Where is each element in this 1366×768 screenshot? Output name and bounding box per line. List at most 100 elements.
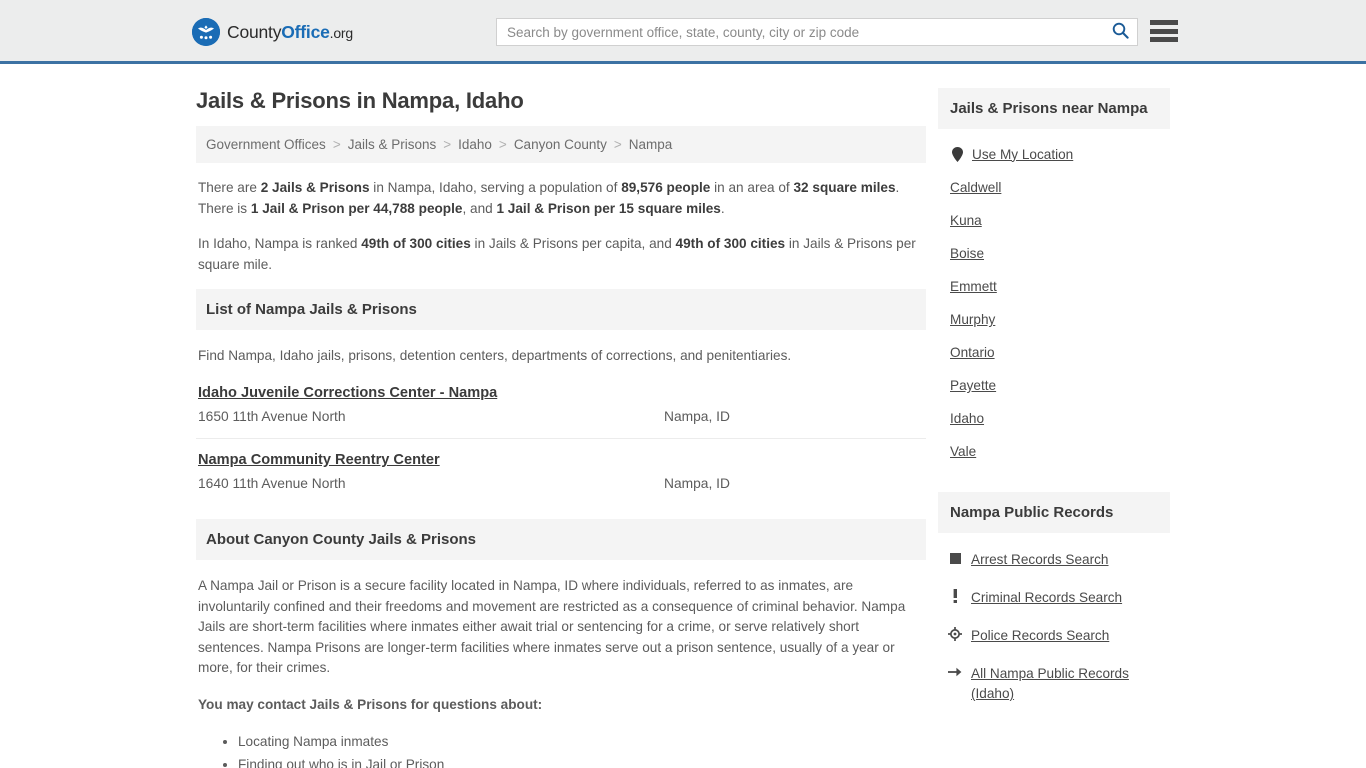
sidebar-record-link[interactable]: Police Records Search	[938, 617, 1170, 655]
intro-paragraph-1: There are 2 Jails & Prisons in Nampa, Id…	[198, 177, 924, 219]
intro-statistics: There are 2 Jails & Prisons in Nampa, Id…	[196, 163, 926, 275]
sidebar-record-label[interactable]: Criminal Records Search	[971, 588, 1122, 608]
sidebar-use-my-location-label[interactable]: Use My Location	[972, 147, 1073, 162]
list-section-heading: List of Nampa Jails & Prisons	[196, 289, 926, 330]
intro-p1-seg-5: 32 square miles	[793, 180, 896, 195]
intro-p1-seg-0: There are	[198, 180, 261, 195]
hamburger-menu-icon	[1150, 20, 1178, 25]
sidebar-nearby-list: Use My Location Caldwell Kuna Boise Emmett Mu…	[938, 129, 1170, 468]
page-title: Jails & Prisons in Nampa, Idaho	[196, 88, 524, 113]
contact-lead: You may contact Jails & Prisons for ques…	[198, 696, 543, 712]
sidebar-city-label[interactable]: Caldwell	[950, 180, 1001, 195]
sidebar-public-records-heading: Nampa Public Records	[938, 492, 1170, 533]
intro-p1-seg-9: 1 Jail & Prison per 15 square miles	[496, 201, 721, 216]
breadcrumb-separator: >	[332, 137, 341, 152]
sidebar-city-label[interactable]: Ontario	[950, 345, 995, 360]
sidebar-city-vale[interactable]: Vale	[938, 435, 1170, 468]
sidebar-record-link[interactable]: Arrest Records Search	[938, 541, 1170, 579]
sidebar-city-label[interactable]: Kuna	[950, 213, 982, 228]
intro-p1-seg-4: in an area of	[710, 180, 794, 195]
intro-paragraph-2: In Idaho, Nampa is ranked 49th of 300 ci…	[198, 233, 924, 275]
about-section-heading: About Canyon County Jails & Prisons	[196, 519, 926, 560]
contact-list-item: Finding out who is in Jail or Prison	[238, 754, 924, 768]
sidebar-nearby-heading: Jails & Prisons near Nampa	[938, 88, 1170, 129]
breadcrumb-separator: >	[443, 137, 452, 152]
hamburger-menu-icon-bar2	[1150, 28, 1178, 34]
breadcrumb-separator: >	[613, 137, 622, 152]
intro-p1-seg-3: 89,576 people	[621, 180, 711, 195]
intro-p1-seg-1: 2 Jails & Prisons	[260, 180, 370, 195]
search-button[interactable]	[1103, 19, 1137, 45]
sidebar-city-label[interactable]: Murphy	[950, 312, 995, 327]
intro-p2-seg-1: 49th of 300 cities	[361, 236, 471, 251]
listings-container: Idaho Juvenile Corrections Center - Namp…	[196, 372, 926, 505]
site-header: CountyOffice.org	[0, 0, 1366, 64]
intro-p1-seg-8: , and	[462, 201, 497, 216]
sidebar-city-murphy[interactable]: Murphy	[938, 303, 1170, 336]
sidebar-city-ontario[interactable]: Ontario	[938, 336, 1170, 369]
sidebar-city-caldwell[interactable]: Caldwell	[938, 171, 1170, 204]
page-body: Jails & Prisons in Nampa, Idaho Governme…	[0, 64, 1366, 768]
sidebar-record-label[interactable]: Arrest Records Search	[971, 550, 1109, 570]
sidebar-public-records-list: Arrest Records Search Criminal Records Se…	[938, 533, 1170, 713]
listing-item: Nampa Community Reentry Center 1640 11th …	[196, 439, 926, 505]
sidebar-city-payette[interactable]: Payette	[938, 369, 1170, 402]
breadcrumb-item-nampa[interactable]: Nampa	[629, 137, 673, 152]
listing-detail-row: 1640 11th Avenue North Nampa, ID	[198, 476, 924, 491]
about-section-body: A Nampa Jail or Prison is a secure facil…	[196, 560, 926, 768]
sidebar-city-kuna[interactable]: Kuna	[938, 204, 1170, 237]
sidebar-record-label[interactable]: Police Records Search	[971, 626, 1109, 646]
intro-p1-seg-7: 1 Jail & Prison per 44,788 people	[250, 201, 463, 216]
sidebar-city-label[interactable]: Payette	[950, 378, 996, 393]
breadcrumb: Government Offices > Jails & Prisons > Idaho…	[196, 126, 926, 163]
search-input[interactable]	[497, 19, 1103, 45]
listing-address: 1650 11th Avenue North	[198, 409, 346, 424]
hamburger-menu-icon-bar3	[1150, 37, 1178, 42]
crosshair-badge-icon	[948, 626, 962, 642]
sidebar-record-link[interactable]: Criminal Records Search	[938, 579, 1170, 617]
listing-detail-row: 1650 11th Avenue North Nampa, ID	[198, 409, 924, 424]
logo-text-county: County	[227, 21, 282, 42]
breadcrumb-item-government-offices[interactable]: Government Offices	[206, 137, 326, 152]
listing-city-state: Nampa, ID	[664, 409, 730, 424]
sidebar-city-label[interactable]: Emmett	[950, 279, 997, 294]
sidebar-city-idaho[interactable]: Idaho	[938, 402, 1170, 435]
arrow-right-icon	[948, 664, 962, 680]
site-logo[interactable]: CountyOffice.org	[192, 18, 353, 46]
sidebar-city-label[interactable]: Idaho	[950, 411, 984, 426]
intro-p2-seg-0: In Idaho, Nampa is ranked	[198, 236, 362, 251]
listing-name-link[interactable]: Nampa Community Reentry Center	[198, 452, 440, 468]
sidebar-public-records-block: Nampa Public Records Arrest Records Sear…	[938, 492, 1170, 713]
listing-address: 1640 11th Avenue North	[198, 476, 346, 491]
sidebar-record-label[interactable]: All Nampa Public Records (Idaho)	[971, 664, 1170, 704]
listing-name-link[interactable]: Idaho Juvenile Corrections Center - Namp…	[198, 385, 497, 401]
contact-list-item: Locating Nampa inmates	[238, 731, 924, 754]
hamburger-menu-button[interactable]	[1150, 18, 1178, 44]
breadcrumb-separator: >	[498, 137, 507, 152]
list-section-description: Find Nampa, Idaho jails, prisons, detent…	[198, 348, 792, 363]
breadcrumb-item-canyon-county[interactable]: Canyon County	[514, 137, 607, 152]
intro-p1-seg-2: in Nampa, Idaho, serving a population of	[369, 180, 622, 195]
sidebar-city-label[interactable]: Vale	[950, 444, 976, 459]
map-pin-icon	[950, 146, 964, 162]
sidebar-record-link[interactable]: All Nampa Public Records (Idaho)	[938, 655, 1170, 713]
breadcrumb-item-jails-prisons[interactable]: Jails & Prisons	[348, 137, 437, 152]
breadcrumb-item-idaho[interactable]: Idaho	[458, 137, 492, 152]
listing-item: Idaho Juvenile Corrections Center - Namp…	[196, 372, 926, 439]
square-icon	[948, 550, 962, 566]
exclamation-icon	[948, 588, 962, 604]
search-bar[interactable]	[496, 18, 1138, 46]
sidebar-city-boise[interactable]: Boise	[938, 237, 1170, 270]
logo-text-office: Office	[281, 21, 330, 42]
about-paragraph: A Nampa Jail or Prison is a secure facil…	[198, 578, 906, 675]
listing-city-state: Nampa, ID	[664, 476, 730, 491]
intro-p2-seg-2: in Jails & Prisons per capita, and	[470, 236, 676, 251]
sidebar-city-label[interactable]: Boise	[950, 246, 984, 261]
sidebar-city-emmett[interactable]: Emmett	[938, 270, 1170, 303]
logo-text-org: .org	[329, 24, 354, 41]
sidebar-use-my-location[interactable]: Use My Location	[938, 137, 1170, 171]
sidebar-nearby-block: Jails & Prisons near Nampa Use My Locati…	[938, 88, 1170, 468]
search-icon	[1112, 22, 1129, 42]
sidebar: Jails & Prisons near Nampa Use My Locati…	[938, 64, 1170, 768]
contact-list: Locating Nampa inmatesFinding out who is…	[198, 731, 924, 768]
